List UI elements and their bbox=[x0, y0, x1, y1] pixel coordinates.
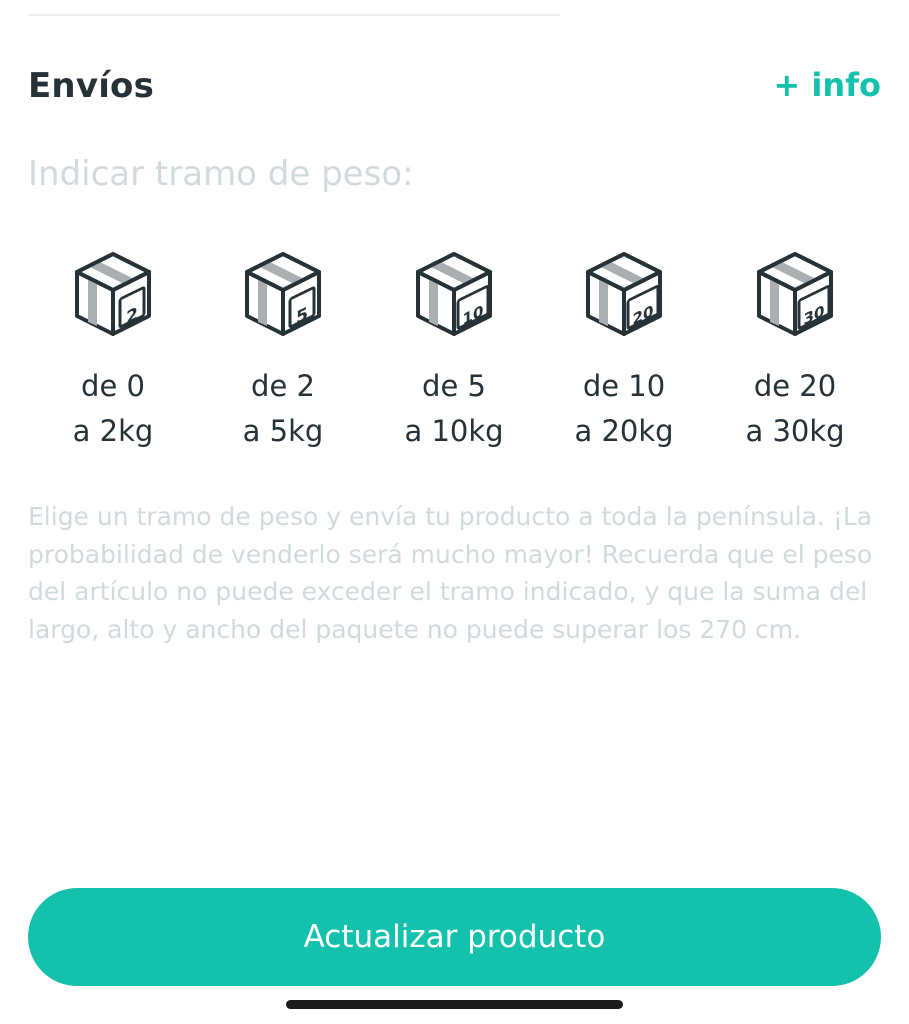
weight-range-label: de 2 a 5kg bbox=[198, 364, 368, 454]
range-from: de 0 bbox=[81, 369, 145, 403]
range-from: de 10 bbox=[582, 369, 666, 403]
box-2kg-icon: 2 bbox=[75, 252, 151, 336]
range-from: de 20 bbox=[753, 369, 837, 403]
box-20kg-icon: 20 bbox=[586, 252, 662, 336]
weight-option-5-10kg[interactable]: 10 de 5 a 10kg bbox=[369, 250, 539, 454]
weight-option-2-5kg[interactable]: 5 de 2 a 5kg bbox=[198, 250, 368, 454]
range-from: de 5 bbox=[422, 369, 486, 403]
weight-option-10-20kg[interactable]: 20 de 10 a 20kg bbox=[539, 250, 709, 454]
range-from: de 2 bbox=[251, 369, 315, 403]
info-link[interactable]: + info bbox=[773, 66, 881, 104]
box-10kg-icon: 10 bbox=[416, 252, 492, 336]
range-to: a 5kg bbox=[242, 414, 324, 448]
range-to: a 2kg bbox=[72, 414, 154, 448]
range-to: a 30kg bbox=[745, 414, 845, 448]
weight-prompt: Indicar tramo de peso: bbox=[28, 154, 414, 194]
weight-range-label: de 20 a 30kg bbox=[710, 364, 880, 454]
weight-option-20-30kg[interactable]: 30 de 20 a 30kg bbox=[710, 250, 880, 454]
home-indicator[interactable] bbox=[286, 1000, 623, 1009]
box-30kg-icon: 30 bbox=[757, 252, 833, 336]
update-product-button[interactable]: Actualizar producto bbox=[28, 888, 881, 986]
section-title: Envíos bbox=[28, 66, 155, 106]
range-to: a 20kg bbox=[574, 414, 674, 448]
section-divider bbox=[28, 14, 560, 16]
box-5kg-icon: 5 bbox=[245, 252, 321, 336]
range-to: a 10kg bbox=[404, 414, 504, 448]
weight-range-label: de 5 a 10kg bbox=[369, 364, 539, 454]
weight-range-label: de 10 a 20kg bbox=[539, 364, 709, 454]
shipping-help-text: Elige un tramo de peso y envía tu produc… bbox=[28, 502, 873, 644]
weight-option-0-2kg[interactable]: 2 de 0 a 2kg bbox=[28, 250, 198, 454]
weight-options: 2 de 0 a 2kg 5 de 2 a 5kg 10 de 5 a 10kg… bbox=[28, 250, 880, 460]
weight-range-label: de 0 a 2kg bbox=[28, 364, 198, 454]
